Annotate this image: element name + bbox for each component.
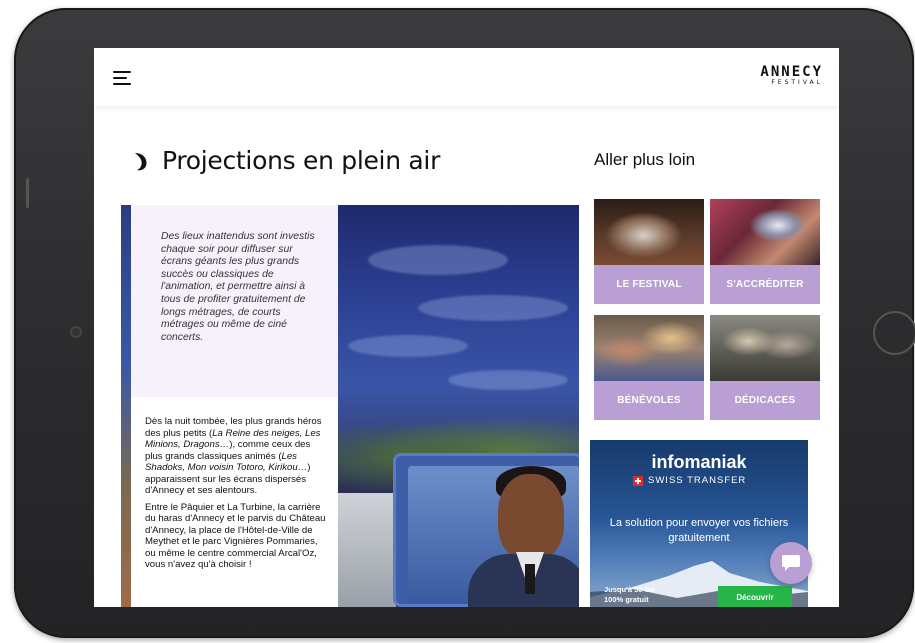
outdoor-screen: [393, 453, 579, 607]
tile-le-festival[interactable]: LE FESTIVAL: [594, 199, 704, 304]
intro-quote-box: Des lieux inattendus sont investis chaqu…: [131, 205, 338, 397]
ad-small-text: Jusqu'à 50 Go 100% gratuit: [604, 585, 655, 604]
tile-label: LE FESTIVAL: [594, 265, 704, 304]
top-bar: ANNECY FESTIVAL: [94, 48, 839, 106]
ad-discover-button[interactable]: Découvrir: [718, 586, 792, 607]
tile-dedicaces[interactable]: DÉDICACES: [710, 315, 820, 420]
article-paragraph-2: Entre le Pâquier et La Turbine, la carri…: [145, 501, 326, 571]
tile-label: BÉNÉVOLES: [594, 381, 704, 420]
logo-text: ANNECY: [760, 64, 823, 80]
swirl-icon: [135, 152, 147, 170]
tile-s-accrediter[interactable]: S'ACCRÉDITER: [710, 199, 820, 304]
tablet-home-button[interactable]: [873, 311, 915, 355]
tile-photo: [594, 199, 704, 265]
aside-title: Aller plus loin: [594, 150, 696, 169]
tile-photo: [594, 315, 704, 381]
tile-label: DÉDICACES: [710, 381, 820, 420]
screen: ANNECY FESTIVAL Projections en plein air: [94, 48, 839, 607]
article-body: Dès la nuit tombée, les plus grands héro…: [131, 397, 338, 607]
tablet-side-button: [26, 178, 29, 208]
title-row: Projections en plein air: [130, 146, 440, 175]
tablet-camera: [70, 326, 82, 338]
page-title: Projections en plein air: [162, 146, 441, 175]
annecy-festival-logo[interactable]: ANNECY FESTIVAL: [760, 65, 823, 87]
infomaniak-ad[interactable]: infomaniak SWISS TRANSFER La solution po…: [590, 440, 808, 607]
tile-benevoles[interactable]: BÉNÉVOLES: [594, 315, 704, 420]
ad-product: SWISS TRANSFER: [633, 475, 746, 486]
hero-image-strip: [121, 205, 131, 607]
ad-tagline: La solution pour envoyer vos fichiers gr…: [609, 517, 789, 544]
tile-photo: [710, 199, 820, 265]
swiss-flag-icon: [633, 475, 643, 486]
logo-subtext: FESTIVAL: [771, 79, 823, 86]
tile-label: S'ACCRÉDITER: [710, 265, 820, 304]
hero-booth: [338, 493, 396, 607]
intro-quote: Des lieux inattendus sont investis chaqu…: [161, 231, 315, 343]
tile-photo: [710, 315, 820, 381]
chat-bubble-icon[interactable]: [770, 542, 812, 584]
hamburger-menu-icon[interactable]: [113, 71, 131, 85]
ad-brand: infomaniak: [651, 452, 747, 472]
article-paragraph-1: Dès la nuit tombée, les plus grands héro…: [145, 416, 322, 496]
hero-section: Des lieux inattendus sont investis chaqu…: [121, 205, 579, 607]
